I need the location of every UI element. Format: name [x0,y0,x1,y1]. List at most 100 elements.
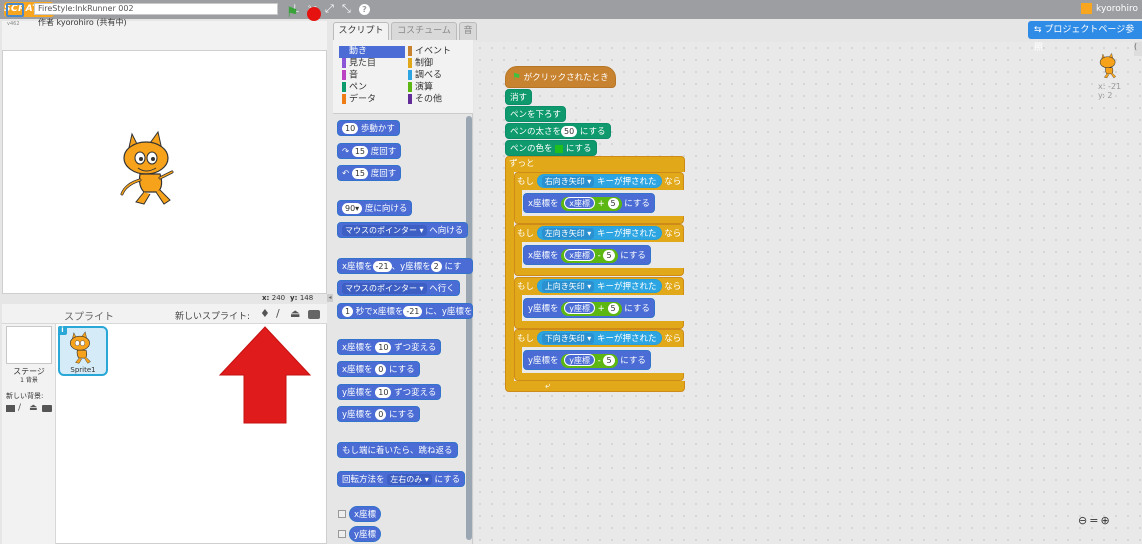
zoom-reset-icon[interactable]: = [1089,514,1100,527]
operator-block[interactable]: y座標 - 5 [561,353,618,368]
zoom-out-icon[interactable]: ⊖ [1078,514,1089,527]
palette-move-block[interactable]: 10 歩動かす [337,120,400,136]
panel-toggle-icon[interactable]: ( [1134,42,1142,56]
point-towards-dropdown[interactable]: マウスのポインター ▾ [342,225,427,236]
upload-backdrop-icon[interactable]: ⏏ [29,403,38,413]
position-reporter[interactable]: x座標 [564,249,595,261]
grow-icon[interactable]: ⤢ [325,2,334,16]
key-dropdown[interactable]: 左向き矢印 ▾ [541,228,595,239]
set-pen-color-block[interactable]: ペンの色を にする [505,140,597,156]
direction-input[interactable]: 90▾ [342,203,363,214]
palette-goto-block[interactable]: マウスのポインター ▾ へ行く [337,280,460,296]
cat-sprite[interactable] [118,128,188,210]
position-reporter[interactable]: x座標 [564,197,595,209]
move-steps-input[interactable]: 10 [342,123,359,134]
goto-dropdown[interactable]: マウスのポインター ▾ [342,283,427,294]
user-menu[interactable]: kyorohiro [1081,3,1138,14]
category-9[interactable]: その他 [405,94,471,106]
category-0[interactable]: 動き [339,46,405,58]
key-pressed-block[interactable]: 左向き矢印 ▾ キーが押された [536,226,662,240]
turn-right-input[interactable]: 15 [351,146,369,157]
operator-block[interactable]: x座標 + 5 [561,196,622,211]
help-icon[interactable]: ? [359,4,370,15]
key-dropdown[interactable]: 上向き矢印 ▾ [541,281,595,292]
palette-point-towards-block[interactable]: マウスのポインター ▾ へ向ける [337,222,469,238]
pen-size-input[interactable]: 50 [561,126,578,137]
category-8[interactable]: データ [339,94,405,106]
palette-turn-left-block[interactable]: ↶ 15 度回す [337,165,402,181]
change-x-input[interactable]: 10 [375,342,392,353]
paint-sprite-icon[interactable]: / [276,307,280,320]
stop-icon[interactable] [307,7,321,21]
palette-set-x-block[interactable]: x座標を 0 にする [337,361,420,377]
set-pen-size-block[interactable]: ペンの太さを 50 にする [505,123,611,139]
tab-costumes[interactable]: コスチューム [391,22,457,40]
set-y-input[interactable]: 0 [375,409,387,420]
set-position-block[interactable]: x座標を x座標 - 5 にする [523,245,651,265]
clear-block[interactable]: 消す [505,89,533,105]
key-pressed-block[interactable]: 上向き矢印 ▾ キーが押された [536,279,662,293]
category-1[interactable]: イベント [405,46,471,58]
set-position-block[interactable]: y座標を y座標 + 5 にする [523,298,655,318]
palette-turn-right-block[interactable]: ↷ 15 度回す [337,143,402,159]
library-backdrop-icon[interactable] [6,405,15,412]
upload-sprite-icon[interactable]: ⏏ [290,307,300,320]
glide-secs-input[interactable]: 1 [342,306,354,317]
project-title-input[interactable]: FireStyle:InkRunner 002 [34,3,278,15]
key-pressed-block[interactable]: 右向き矢印 ▾ キーが押された [536,174,662,188]
palette-scrollbar[interactable] [466,116,472,540]
palette-point-direction-block[interactable]: 90▾ 度に向ける [337,200,413,216]
palette-y-position-reporter[interactable]: y座標 [349,526,382,542]
presentation-mode-icon[interactable] [6,3,24,17]
camera-sprite-icon[interactable] [308,310,320,319]
palette-bounce-block[interactable]: もし端に着いたら、跳ね返る [337,442,458,458]
set-position-block[interactable]: x座標を x座標 + 5 にする [523,193,655,213]
palette-rotation-style-block[interactable]: 回転方法を 左右のみ ▾ にする [337,471,466,487]
key-dropdown[interactable]: 下向き矢印 ▾ [541,333,595,344]
operator-block[interactable]: x座標 - 5 [561,248,618,263]
when-flag-clicked-block[interactable]: ⚑ がクリックされたとき [505,66,616,88]
x-position-checkbox[interactable] [338,510,346,518]
key-pressed-block[interactable]: 下向き矢印 ▾ キーが押された [536,331,662,345]
pen-color-swatch[interactable] [555,144,564,153]
pen-down-block[interactable]: ペンを下ろす [505,106,567,122]
library-sprite-icon[interactable]: ♦ [260,307,270,320]
category-3[interactable]: 制御 [405,58,471,70]
operator-block[interactable]: y座標 + 5 [561,301,622,316]
goto-y-input[interactable]: 2 [430,261,442,272]
shrink-icon[interactable]: ⤡ [342,2,351,16]
zoom-in-icon[interactable]: ⊕ [1100,514,1111,527]
camera-backdrop-icon[interactable] [42,405,52,412]
goto-x-input[interactable]: -21 [372,261,392,272]
set-position-block[interactable]: y座標を y座標 - 5 にする [523,350,651,370]
operand-input[interactable]: 5 [603,249,615,261]
palette-x-position-reporter[interactable]: x座標 [349,506,382,522]
category-7[interactable]: 演算 [405,82,471,94]
operand-input[interactable]: 5 [603,354,615,366]
palette-change-y-block[interactable]: y座標を 10 ずつ変える [337,384,442,400]
key-dropdown[interactable]: 右向き矢印 ▾ [541,176,595,187]
palette-change-x-block[interactable]: x座標を 10 ずつ変える [337,339,442,355]
category-6[interactable]: ペン [339,82,405,94]
palette-glide-block[interactable]: 1 秒でx座標を -21 に、y座標を [337,303,473,319]
set-x-input[interactable]: 0 [375,364,387,375]
glide-x-input[interactable]: -21 [403,306,423,317]
paint-backdrop-icon[interactable]: / [18,403,21,413]
change-y-input[interactable]: 10 [375,387,392,398]
operand-input[interactable]: 5 [607,197,619,209]
rotation-dropdown[interactable]: 左右のみ ▾ [387,474,432,485]
position-reporter[interactable]: y座標 [564,302,595,314]
stage-thumbnail[interactable] [6,326,52,364]
tab-scripts[interactable]: スクリプト [333,22,389,40]
category-5[interactable]: 調べる [405,70,471,82]
y-position-checkbox[interactable] [338,530,346,538]
green-flag-icon[interactable]: ⚑ [286,5,299,21]
turn-left-input[interactable]: 15 [351,168,369,179]
category-4[interactable]: 音 [339,70,405,82]
palette-goto-xy-block[interactable]: x座標を -21 、y座標を 2 にす [337,258,473,274]
palette-set-y-block[interactable]: y座標を 0 にする [337,406,420,422]
operand-input[interactable]: 5 [607,302,619,314]
tab-sounds[interactable]: 音 [459,22,477,40]
category-2[interactable]: 見た目 [339,58,405,70]
see-project-page-button[interactable]: ⇆ プロジェクトページ参照 [1028,21,1142,53]
